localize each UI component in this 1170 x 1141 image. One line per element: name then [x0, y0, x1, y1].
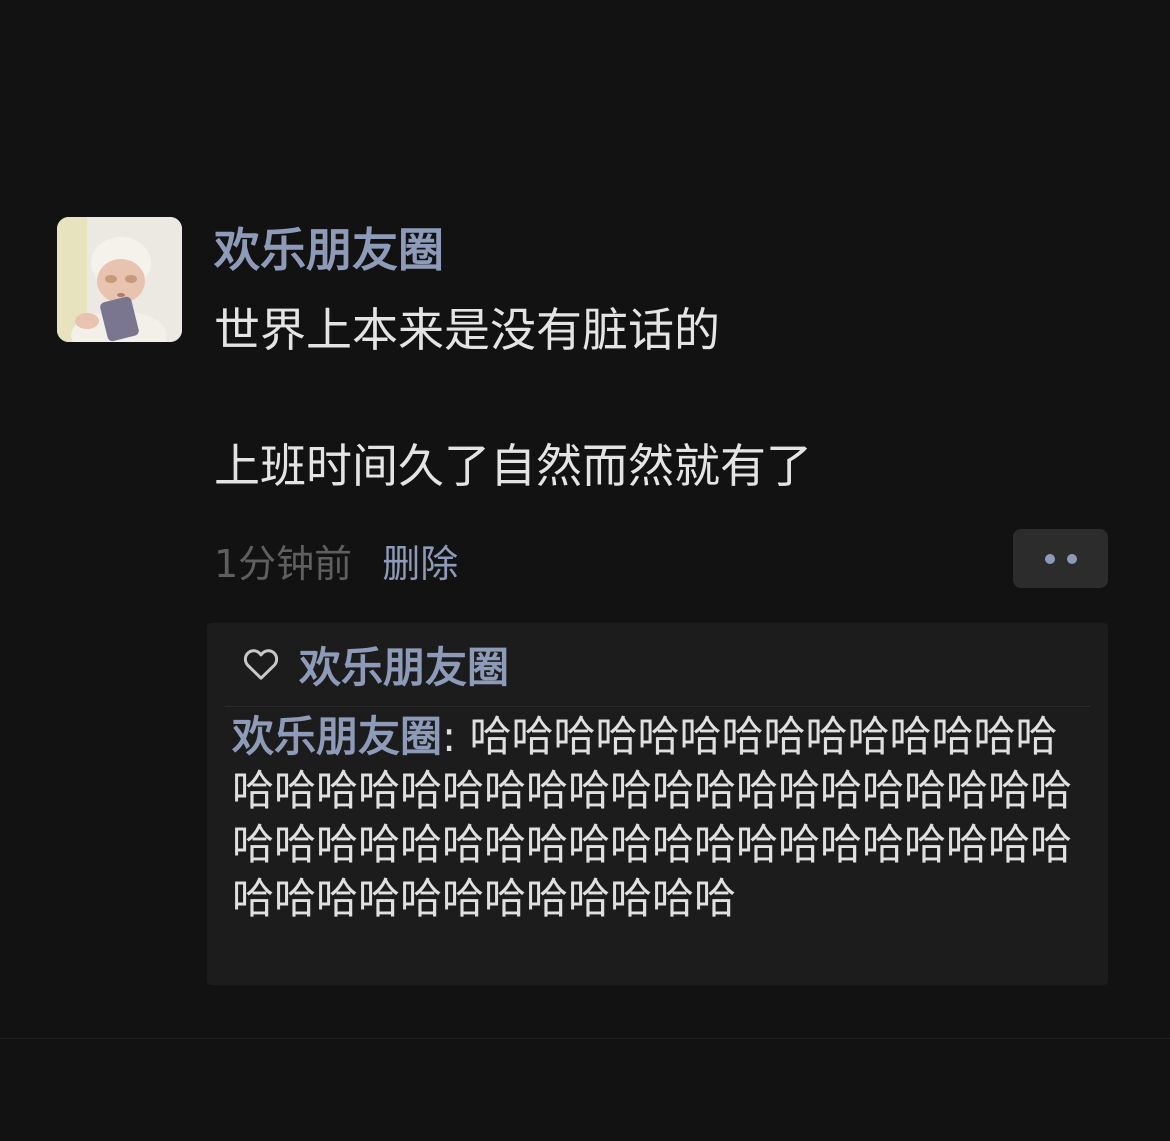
comment[interactable]: 欢乐朋友圈: 哈哈哈哈哈哈哈哈哈哈哈哈哈哈哈哈哈哈哈哈哈哈哈哈哈哈哈哈哈哈哈哈哈…	[232, 710, 1092, 926]
post-author-name[interactable]: 欢乐朋友圈	[214, 218, 444, 282]
post-content-line: 上班时间久了自然而然就有了	[214, 439, 812, 493]
like-user-name[interactable]: 欢乐朋友圈	[299, 634, 509, 695]
moments-post: 欢乐朋友圈 世界上本来是没有脏话的 上班时间久了自然而然就有了 1分钟前 删除 …	[0, 0, 1170, 1141]
likes-row: 欢乐朋友圈	[241, 633, 509, 695]
heart-outline-icon	[243, 649, 279, 680]
dot-icon	[1044, 553, 1055, 564]
avatar[interactable]	[57, 217, 182, 342]
post-timestamp: 1分钟前	[214, 541, 353, 586]
dot-icon	[1066, 553, 1077, 564]
post-content: 世界上本来是没有脏话的 上班时间久了自然而然就有了	[214, 296, 1114, 500]
post-content-line: 世界上本来是没有脏话的	[214, 303, 720, 357]
divider	[225, 706, 1090, 707]
interaction-panel: 欢乐朋友圈 欢乐朋友圈: 哈哈哈哈哈哈哈哈哈哈哈哈哈哈哈哈哈哈哈哈哈哈哈哈哈哈哈…	[207, 623, 1108, 985]
avatar-image	[57, 217, 182, 342]
comment-separator: :	[442, 712, 470, 761]
more-actions-button[interactable]	[1013, 529, 1108, 588]
post-meta: 1分钟前 删除	[214, 530, 458, 590]
bottom-divider	[0, 1038, 1170, 1039]
comment-author[interactable]: 欢乐朋友圈	[232, 712, 442, 761]
delete-button[interactable]: 删除	[382, 533, 458, 588]
